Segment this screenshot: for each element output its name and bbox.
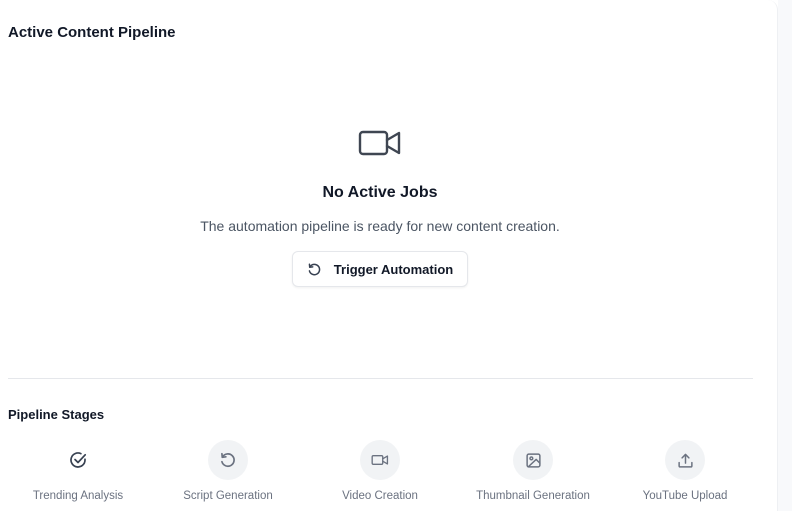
video-camera-icon [357,126,403,160]
stage-label: Video Creation [342,490,418,502]
stage-thumbnail-generation: Thumbnail Generation [453,440,613,502]
stage-youtube-upload: YouTube Upload [605,440,765,502]
image-icon [513,440,553,480]
video-camera-icon [360,440,400,480]
stage-label: Thumbnail Generation [476,490,590,502]
stage-label: Script Generation [183,490,273,502]
pipeline-card: Active Content Pipeline No Active Jobs T… [0,0,778,511]
empty-state: No Active Jobs The automation pipeline i… [0,126,760,287]
pipeline-title: Active Content Pipeline [8,24,176,41]
pipeline-stages: Trending Analysis Script Generation Vide… [0,440,778,511]
upload-icon [665,440,705,480]
stage-video-creation: Video Creation [300,440,460,502]
refresh-icon [307,262,322,277]
stage-label: Trending Analysis [32,490,124,502]
check-circle-icon [58,440,98,480]
refresh-icon [208,440,248,480]
pipeline-stages-title: Pipeline Stages [8,407,105,422]
trigger-automation-button[interactable]: Trigger Automation [291,251,469,287]
page-background [778,0,792,511]
stage-trending-analysis: Trending Analysis [0,440,158,502]
empty-state-heading: No Active Jobs [322,184,438,201]
stage-label: YouTube Upload [642,490,728,502]
stage-script-generation: Script Generation [148,440,308,502]
empty-state-description: The automation pipeline is ready for new… [200,218,560,234]
trigger-automation-label: Trigger Automation [333,261,454,277]
section-divider [8,378,753,379]
